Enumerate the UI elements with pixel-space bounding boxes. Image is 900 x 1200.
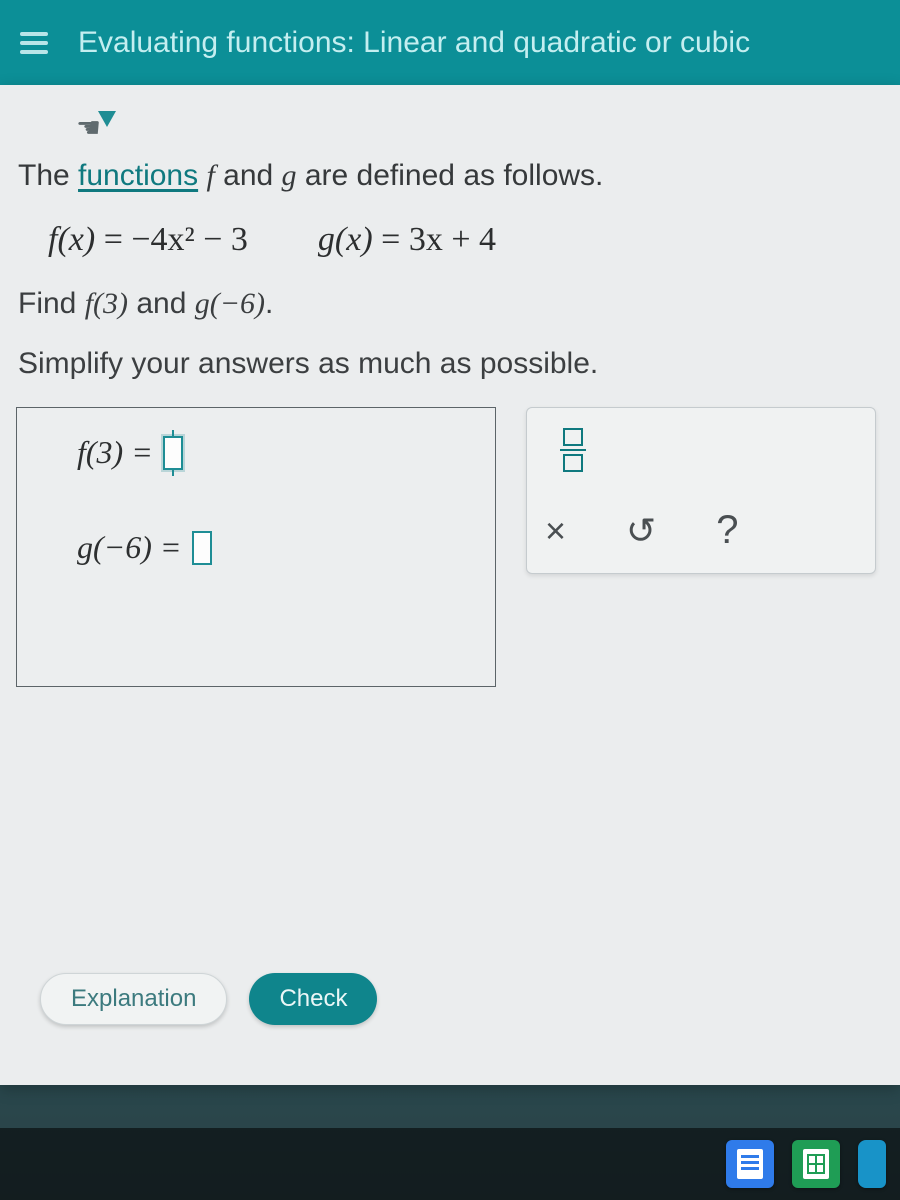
clear-button[interactable]: × (545, 510, 566, 552)
f-rhs: = −4x² − 3 (95, 221, 248, 258)
find-gneg6: g(−6) (195, 287, 265, 320)
sheets-app-icon[interactable] (792, 1140, 840, 1188)
reset-button[interactable]: ↺ (626, 510, 656, 552)
tool-panel: × ↺ ? (526, 407, 876, 574)
simplify-text: Simplify your answers as much as possibl… (18, 347, 884, 381)
answer-gneg6: g(−6) = (77, 529, 455, 566)
intro-text: The functions f and g are defined as fol… (18, 159, 884, 193)
partial-app-icon[interactable] (858, 1140, 886, 1188)
find-text: Find f(3) and g(−6). (18, 287, 884, 321)
check-button[interactable]: Check (249, 973, 377, 1025)
input-f3[interactable] (163, 436, 183, 470)
g-lhs: g(x) (318, 221, 373, 258)
explanation-button[interactable]: Explanation (40, 973, 227, 1025)
answer-box: f(3) = g(−6) = (16, 407, 496, 687)
chevron-down-icon (98, 111, 116, 127)
intro-prefix: The (18, 159, 78, 192)
action-row: Explanation Check (40, 973, 377, 1025)
def-g: g(x) = 3x + 4 (318, 221, 496, 259)
answer-g-label: g(−6) = (77, 529, 182, 565)
work-row: f(3) = g(−6) = × ↺ ? (16, 407, 884, 687)
g-rhs: = 3x + 4 (373, 221, 496, 258)
menu-icon[interactable] (20, 32, 48, 54)
problem-card: ☚ The functions f and g are defined as f… (0, 85, 900, 1085)
help-button[interactable]: ? (716, 508, 738, 553)
input-gneg6[interactable] (192, 531, 212, 565)
answer-f3: f(3) = (77, 434, 455, 471)
fraction-button[interactable] (545, 422, 601, 478)
answer-f-label: f(3) = (77, 434, 153, 470)
taskbar (0, 1128, 900, 1200)
var-g: g (282, 159, 297, 192)
fraction-bottom-icon (563, 454, 583, 472)
definitions: f(x) = −4x² − 3 g(x) = 3x + 4 (48, 221, 884, 259)
find-f3: f(3) (85, 287, 128, 320)
header-bar: Evaluating functions: Linear and quadrat… (0, 0, 900, 85)
def-f: f(x) = −4x² − 3 (48, 221, 248, 259)
hint-cursor-icon[interactable]: ☚ (76, 107, 118, 149)
docs-app-icon[interactable] (726, 1140, 774, 1188)
f-lhs: f(x) (48, 221, 95, 258)
fraction-bar-icon (560, 449, 586, 451)
var-f: f (206, 159, 214, 192)
page-title: Evaluating functions: Linear and quadrat… (78, 26, 750, 60)
functions-link[interactable]: functions (78, 159, 198, 192)
fraction-top-icon (563, 428, 583, 446)
